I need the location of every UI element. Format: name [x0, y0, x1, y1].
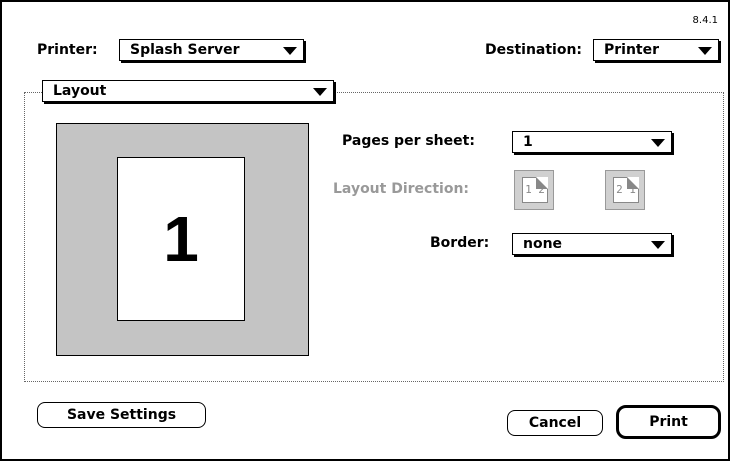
printer-popup[interactable]: Splash Server	[119, 39, 304, 61]
printer-label: Printer:	[37, 42, 98, 58]
panel-menu-value: Layout	[53, 83, 107, 99]
border-label: Border:	[430, 235, 490, 251]
border-popup[interactable]: none	[512, 233, 672, 255]
chevron-down-icon	[651, 241, 665, 249]
pages-per-sheet-popup[interactable]: 1	[512, 131, 672, 153]
panel-menu-popup[interactable]: Layout	[42, 80, 334, 102]
print-button[interactable]: Print	[616, 405, 721, 439]
page-order-rtl-icon: 2 1	[613, 177, 639, 203]
chevron-down-icon	[698, 47, 712, 55]
destination-value: Printer	[604, 42, 660, 58]
layout-preview: 1	[56, 123, 309, 356]
layout-direction-rtl-button[interactable]: 2 1	[605, 170, 645, 210]
preview-page-number: 1	[163, 203, 199, 275]
destination-label: Destination:	[485, 42, 583, 58]
printer-value: Splash Server	[130, 42, 240, 58]
chevron-down-icon	[651, 139, 665, 147]
chevron-down-icon	[313, 88, 327, 96]
version-label: 8.4.1	[692, 15, 718, 26]
layout-direction-ltr-button[interactable]: 1 2	[514, 170, 554, 210]
page-order-ltr-icon: 1 2	[522, 177, 548, 203]
layout-direction-label: Layout Direction:	[333, 181, 470, 197]
chevron-down-icon	[283, 47, 297, 55]
pages-per-sheet-value: 1	[523, 134, 533, 150]
print-dialog: 8.4.1 Printer: Splash Server Destination…	[0, 0, 730, 461]
pages-per-sheet-label: Pages per sheet:	[342, 133, 475, 149]
destination-popup[interactable]: Printer	[593, 39, 719, 61]
border-value: none	[523, 236, 563, 252]
save-settings-button[interactable]: Save Settings	[37, 402, 206, 428]
preview-page: 1	[117, 157, 245, 321]
cancel-button[interactable]: Cancel	[507, 410, 603, 436]
